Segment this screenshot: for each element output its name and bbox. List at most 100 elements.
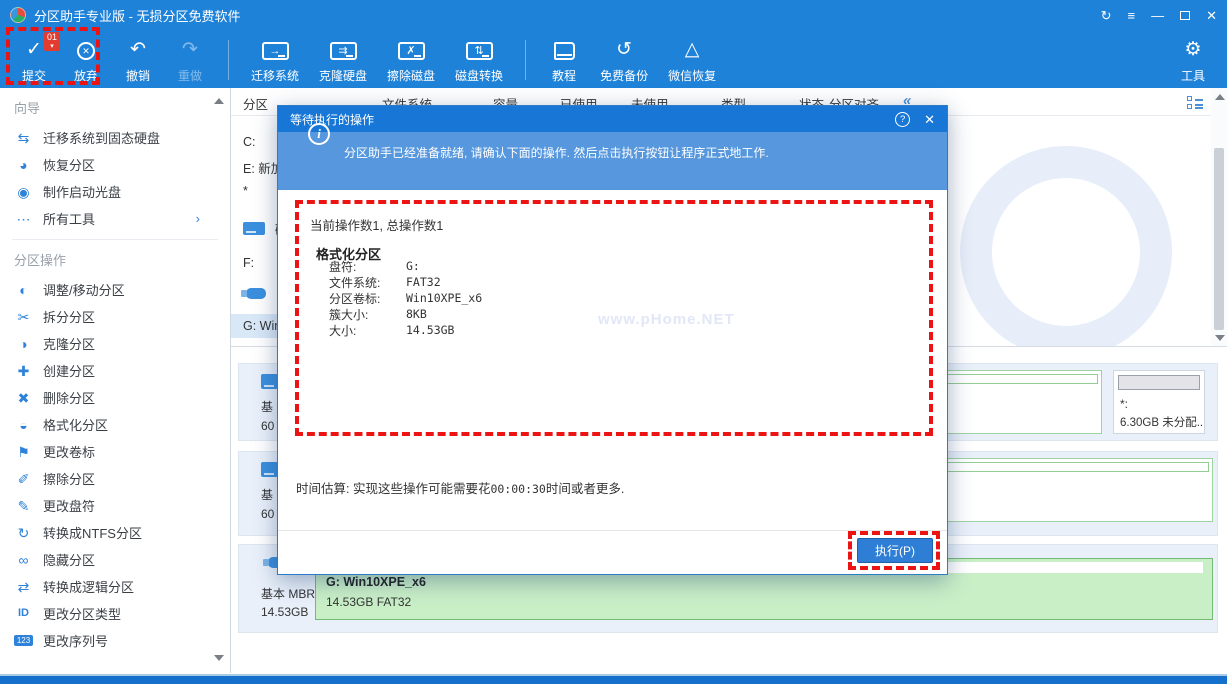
sidebar-item-change-label[interactable]: ⚑ 更改卷标 <box>0 438 230 465</box>
migrate-system-button[interactable]: → 迁移系统 <box>241 34 309 84</box>
sidebar-scrollbar[interactable] <box>210 88 226 673</box>
info-icon: i <box>308 123 330 145</box>
sidebar-item-change-partition-type[interactable]: ID 更改分区类型 <box>0 600 230 627</box>
discard-button[interactable]: ✕ 放弃 <box>60 34 112 84</box>
sidebar-item-hide-partition[interactable]: ∞ 隐藏分区 <box>0 546 230 573</box>
watermark-text: www.pHome.NET <box>598 311 735 328</box>
sidebar-item-delete-partition[interactable]: ✖ 删除分区 <box>0 384 230 411</box>
toolbar: ✓ 01▾ 提交 ✕ 放弃 ↶ 撤销 ↷ 重做 → 迁移系统 ⇉ 克隆硬盘 ✗ … <box>0 30 1227 88</box>
menu-icon[interactable]: ≡ <box>1128 9 1136 22</box>
pencil-icon: ✎ <box>14 499 33 513</box>
scroll-up-icon[interactable] <box>1215 94 1225 100</box>
label-tag-icon: ⚑ <box>14 445 33 459</box>
undo-icon: ↶ <box>130 39 146 63</box>
field-value: G: <box>406 259 420 273</box>
dialog-info-text: 分区助手已经准备就绪, 请确认下面的操作. 然后点击执行按钮让程序正式地工作. <box>344 144 769 161</box>
minimize-button[interactable]: — <box>1151 9 1164 22</box>
sidebar-item-create-partition[interactable]: ✚ 创建分区 <box>0 357 230 384</box>
migrate-ssd-icon: ⇆ <box>14 131 33 145</box>
background-donut-graphic <box>960 146 1172 347</box>
maximize-button[interactable] <box>1180 11 1190 20</box>
format-icon: ◒ <box>14 418 33 432</box>
check-icon: ✓ <box>26 39 42 63</box>
unallocated-bar <box>1118 375 1200 390</box>
field-value: 8KB <box>406 307 427 321</box>
sidebar-item-all-tools[interactable]: ⋯ 所有工具 › <box>0 205 230 232</box>
field-key: 盘符: <box>329 258 356 275</box>
dialog-close-button[interactable]: ✕ <box>924 113 935 126</box>
delete-trash-icon: ✖ <box>14 391 33 405</box>
convert-logical-icon: ⇄ <box>14 580 33 594</box>
backup-sync-icon: ↺ <box>616 39 632 63</box>
clone-partition-icon: ◑ <box>14 337 33 351</box>
tutorial-button[interactable]: 教程 <box>538 34 590 84</box>
wechat-recovery-button[interactable]: △ 微信恢复 <box>658 34 726 84</box>
disk-convert-button[interactable]: ⇅ 磁盘转换 <box>445 34 513 84</box>
column-partition: 分区 <box>243 94 268 113</box>
scroll-down-icon[interactable] <box>214 655 224 661</box>
cancel-circle-icon: ✕ <box>77 42 95 60</box>
field-key: 分区卷标: <box>329 290 380 307</box>
partition-info: 14.53GB FAT32 <box>326 595 411 609</box>
wipe-disk-button[interactable]: ✗ 擦除磁盘 <box>377 34 445 84</box>
dialog-title: 等待执行的操作 <box>290 111 374 128</box>
title-bar: 分区助手专业版 - 无损分区免费软件 ↻ ≡ — ✕ <box>0 0 1227 30</box>
convert-drive-icon: ⇅ <box>466 42 493 60</box>
sidebar-item-make-boot-cd[interactable]: ◉ 制作启动光盘 <box>0 178 230 205</box>
sidebar-item-clone-partition[interactable]: ◑ 克隆分区 <box>0 330 230 357</box>
submit-button[interactable]: ✓ 01▾ 提交 <box>8 34 60 84</box>
wrench-icon: ⚙ <box>1184 39 1201 63</box>
book-icon <box>554 42 575 60</box>
scroll-down-icon[interactable] <box>1215 335 1225 341</box>
pending-operations-dialog: 等待执行的操作 ? ✕ i 分区助手已经准备就绪, 请确认下面的操作. 然后点击… <box>277 105 948 575</box>
sidebar-section-operations: 分区操作 <box>0 240 230 276</box>
field-key: 簇大小: <box>329 306 368 323</box>
migrate-drive-icon: → <box>262 42 289 60</box>
time-estimate-text: 时间估算: 实现这些操作可能需要花00:00:30时间或者更多. <box>296 478 624 497</box>
sidebar: 向导 ⇆ 迁移系统到固态硬盘 ◕ 恢复分区 ◉ 制作启动光盘 ⋯ 所有工具 › … <box>0 88 230 673</box>
sidebar-item-format-partition[interactable]: ◒ 格式化分区 <box>0 411 230 438</box>
sidebar-item-split[interactable]: ✂ 拆分分区 <box>0 303 230 330</box>
split-scissors-icon: ✂ <box>14 310 33 324</box>
pending-count-badge[interactable]: 01▾ <box>44 32 60 51</box>
dialog-footer-divider <box>278 530 947 531</box>
sidebar-item-resize-move[interactable]: ◐ 调整/移动分区 <box>0 276 230 303</box>
dialog-header[interactable]: 等待执行的操作 ? ✕ <box>278 106 947 132</box>
disk1-unallocated-block[interactable]: *: 6.30GB 未分配... <box>1113 370 1205 434</box>
chevron-right-icon: › <box>196 211 200 226</box>
layout-toggle-icon[interactable] <box>1187 96 1203 110</box>
sidebar-item-change-serial[interactable]: 123 更改序列号 <box>0 627 230 654</box>
resize-move-icon: ◐ <box>14 283 33 297</box>
tools-button[interactable]: ⚙ 工具 <box>1167 34 1219 84</box>
scrollbar-thumb[interactable] <box>1214 148 1224 330</box>
toolbar-separator <box>525 40 526 80</box>
wipe-drive-icon: ✗ <box>398 42 425 60</box>
scroll-up-icon[interactable] <box>214 98 224 104</box>
sidebar-item-convert-ntfs[interactable]: ↻ 转换成NTFS分区 <box>0 519 230 546</box>
close-button[interactable]: ✕ <box>1206 9 1217 22</box>
all-tools-dots-icon: ⋯ <box>14 212 33 226</box>
create-plus-icon: ✚ <box>14 364 33 378</box>
help-icon[interactable]: ? <box>895 112 910 127</box>
sidebar-item-wipe-partition[interactable]: ✐ 擦除分区 <box>0 465 230 492</box>
refresh-icon[interactable]: ↻ <box>1101 9 1112 22</box>
main-scrollbar[interactable] <box>1211 88 1227 347</box>
undo-button[interactable]: ↶ 撤销 <box>112 34 164 84</box>
sidebar-item-recover-partition[interactable]: ◕ 恢复分区 <box>0 151 230 178</box>
window-title: 分区助手专业版 - 无损分区免费软件 <box>34 6 241 25</box>
redo-icon: ↷ <box>182 39 198 63</box>
clone-disk-button[interactable]: ⇉ 克隆硬盘 <box>309 34 377 84</box>
operation-count-text: 当前操作数1, 总操作数1 <box>310 215 443 234</box>
dialog-info-banner <box>278 132 947 190</box>
free-backup-button[interactable]: ↺ 免费备份 <box>590 34 658 84</box>
field-key: 文件系统: <box>329 274 380 291</box>
sidebar-item-migrate-to-ssd[interactable]: ⇆ 迁移系统到固态硬盘 <box>0 124 230 151</box>
execute-button[interactable]: 执行(P) <box>857 538 933 563</box>
field-value: FAT32 <box>406 275 441 289</box>
hdd-icon <box>243 222 265 235</box>
wipe-brush-icon: ✐ <box>14 472 33 486</box>
sidebar-item-change-drive-letter[interactable]: ✎ 更改盘符 <box>0 492 230 519</box>
sidebar-item-convert-logical[interactable]: ⇄ 转换成逻辑分区 <box>0 573 230 600</box>
sidebar-section-wizard: 向导 <box>0 88 230 124</box>
partition-label: G: Win10XPE_x6 <box>326 575 426 589</box>
